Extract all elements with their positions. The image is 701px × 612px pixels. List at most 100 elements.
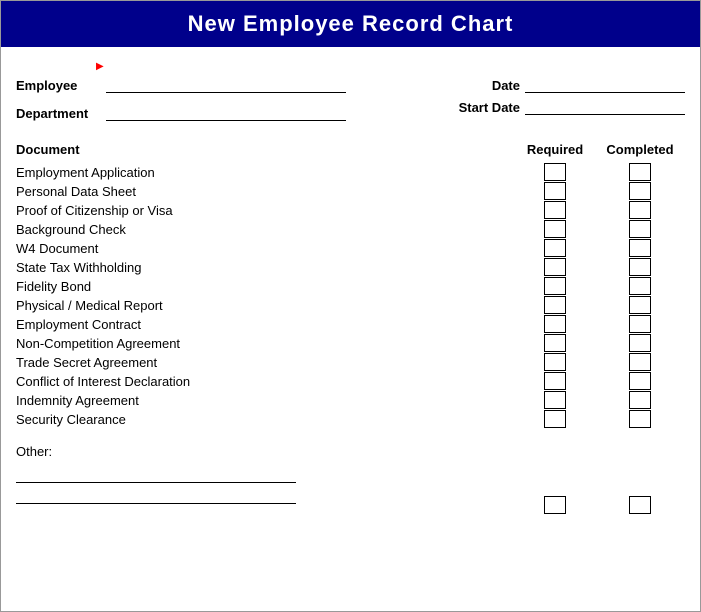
required-checkbox-4[interactable] [544,239,566,257]
other-required-group [515,496,595,514]
doc-row: Security Clearance [16,410,685,428]
red-mark-area: ▶ [1,57,700,69]
completed-checkbox-6[interactable] [629,277,651,295]
completed-checkbox-13[interactable] [629,410,651,428]
doc-row: Proof of Citizenship or Visa [16,201,685,219]
completed-checkbox-cell [595,372,685,390]
doc-row: W4 Document [16,239,685,257]
completed-checkbox-11[interactable] [629,372,651,390]
doc-item-name: Physical / Medical Report [16,297,515,314]
completed-checkbox-0[interactable] [629,163,651,181]
doc-row: Background Check [16,220,685,238]
other-section: Other: [1,429,700,514]
required-checkbox-2[interactable] [544,201,566,219]
required-checkbox-6[interactable] [544,277,566,295]
required-checkbox-cell [515,391,595,409]
required-col-header: Required [527,142,583,157]
date-input[interactable] [525,77,685,93]
document-section: Document Required Completed Employment A… [1,127,700,428]
date-field-row: Date [445,77,685,93]
other-lines [16,467,296,504]
other-checkboxes [515,496,685,514]
completed-checkbox-cell [595,220,685,238]
required-checkbox-10[interactable] [544,353,566,371]
other-left: Other: [16,444,296,514]
completed-checkbox-cell [595,239,685,257]
completed-checkbox-12[interactable] [629,391,651,409]
top-fields-section: Employee Department Date Start Date [1,69,700,127]
completed-checkbox-10[interactable] [629,353,651,371]
other-line-2[interactable] [16,488,296,504]
start-date-input[interactable] [525,99,685,115]
page-container: New Employee Record Chart ▶ Employee Dep… [0,0,701,612]
completed-checkbox-cell [595,201,685,219]
required-checkbox-7[interactable] [544,296,566,314]
employee-label: Employee [16,78,106,93]
required-checkbox-cell [515,258,595,276]
required-checkbox-13[interactable] [544,410,566,428]
doc-item-name: Proof of Citizenship or Visa [16,202,515,219]
required-checkbox-1[interactable] [544,182,566,200]
department-field-row: Department [16,105,346,121]
required-checkbox-11[interactable] [544,372,566,390]
completed-checkbox-8[interactable] [629,315,651,333]
completed-checkbox-cell [595,163,685,181]
completed-checkbox-2[interactable] [629,201,651,219]
completed-checkbox-cell [595,334,685,352]
employee-field-row: Employee [16,77,346,93]
doc-item-name: Trade Secret Agreement [16,354,515,371]
department-input[interactable] [106,105,346,121]
required-checkbox-cell [515,410,595,428]
employee-input[interactable] [106,77,346,93]
doc-item-name: Background Check [16,221,515,238]
completed-col-header: Completed [606,142,673,157]
doc-item-name: Conflict of Interest Declaration [16,373,515,390]
other-required-checkbox[interactable] [544,496,566,514]
required-checkbox-cell [515,163,595,181]
required-checkbox-cell [515,372,595,390]
required-checkbox-cell [515,296,595,314]
doc-item-name: Employment Application [16,164,515,181]
doc-header-row: Document Required Completed [16,142,685,157]
required-checkbox-5[interactable] [544,258,566,276]
required-checkbox-cell [515,239,595,257]
document-col-header: Document [16,142,80,157]
completed-checkbox-cell [595,353,685,371]
other-completed-group [595,496,685,514]
other-row: Other: [16,444,685,514]
required-checkbox-cell [515,334,595,352]
completed-checkbox-7[interactable] [629,296,651,314]
doc-row: Employment Application [16,163,685,181]
required-checkbox-cell [515,220,595,238]
completed-checkbox-3[interactable] [629,220,651,238]
completed-checkbox-1[interactable] [629,182,651,200]
other-completed-checkbox[interactable] [629,496,651,514]
required-checkbox-0[interactable] [544,163,566,181]
doc-row: Trade Secret Agreement [16,353,685,371]
required-checkbox-cell [515,353,595,371]
required-checkbox-12[interactable] [544,391,566,409]
doc-item-name: Indemnity Agreement [16,392,515,409]
completed-checkbox-9[interactable] [629,334,651,352]
required-checkbox-cell [515,277,595,295]
header-section: New Employee Record Chart [1,1,700,47]
completed-checkbox-cell [595,182,685,200]
page-title: New Employee Record Chart [188,11,514,36]
red-mark: ▶ [96,61,104,72]
doc-item-name: State Tax Withholding [16,259,515,276]
required-checkbox-cell [515,182,595,200]
doc-item-name: W4 Document [16,240,515,257]
completed-checkbox-4[interactable] [629,239,651,257]
completed-checkbox-cell [595,410,685,428]
required-checkbox-cell [515,201,595,219]
completed-checkbox-cell [595,277,685,295]
required-checkbox-cell [515,315,595,333]
completed-checkbox-5[interactable] [629,258,651,276]
other-line-1[interactable] [16,467,296,483]
required-checkbox-3[interactable] [544,220,566,238]
required-checkbox-8[interactable] [544,315,566,333]
doc-row: Conflict of Interest Declaration [16,372,685,390]
date-label: Date [445,78,520,93]
start-date-label: Start Date [445,100,520,115]
required-checkbox-9[interactable] [544,334,566,352]
